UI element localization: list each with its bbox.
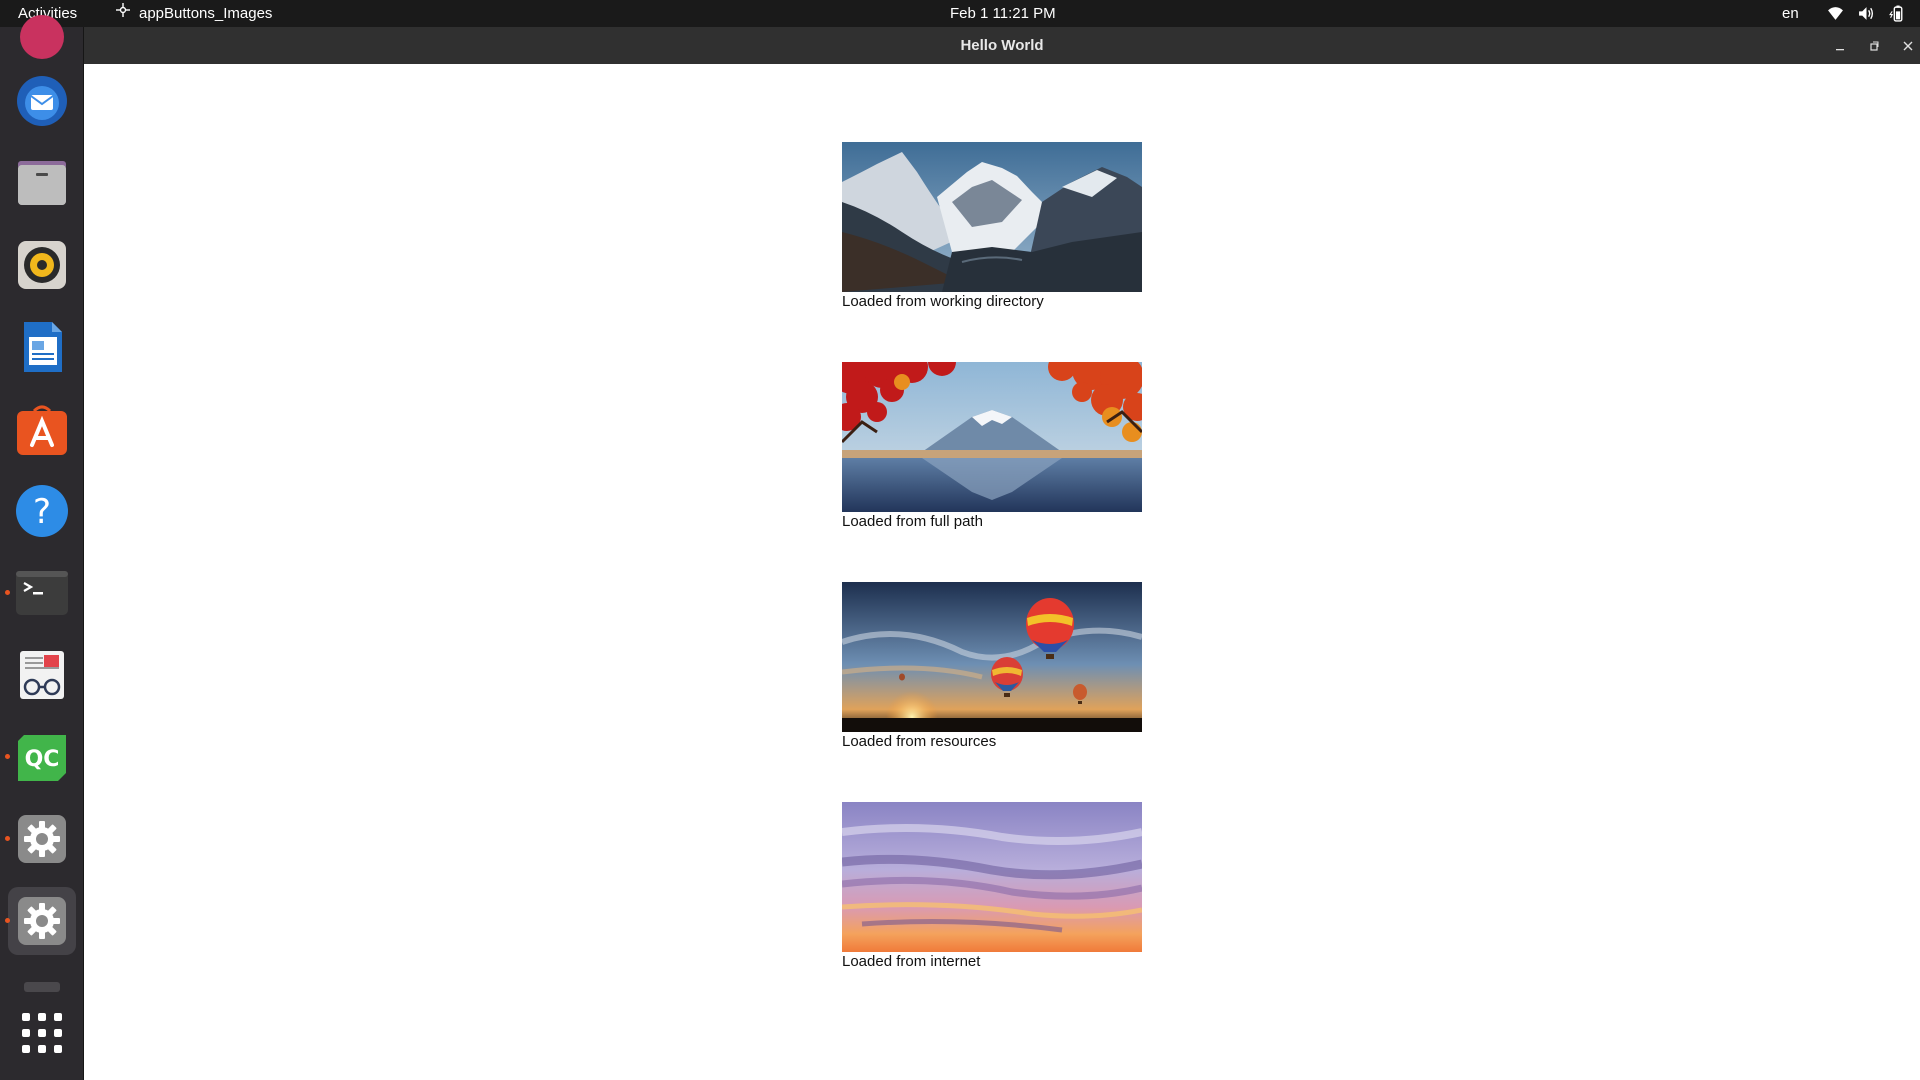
dock-item-help[interactable]: ? (8, 477, 76, 545)
window-content: Loaded from working directory Loaded fro… (84, 64, 1920, 1080)
maximize-icon (1870, 41, 1879, 51)
terminal-icon (16, 571, 68, 615)
dock-item-thunderbird[interactable] (8, 67, 76, 135)
battery-icon (1889, 5, 1906, 22)
image-card: Loaded from internet (842, 802, 1142, 970)
grid-icon (22, 1013, 62, 1053)
app-menu[interactable]: appButtons_Images (115, 0, 272, 27)
gear-icon (18, 815, 66, 863)
balloons-image[interactable] (842, 582, 1142, 732)
dock-item-partial[interactable] (8, 3, 76, 71)
gear-icon (18, 897, 66, 945)
partial-app-icon (20, 15, 64, 59)
image-caption: Loaded from working directory (842, 293, 1044, 310)
dock-item-qt-creator[interactable]: QC (5, 723, 76, 791)
dock-item-settings-active[interactable] (5, 887, 76, 955)
svg-text:QC: QC (25, 747, 60, 772)
dock-item-rhythmbox[interactable] (8, 231, 76, 299)
running-indicator (5, 918, 10, 923)
dock: ? QC (0, 15, 84, 1080)
dock-item-document-viewer[interactable] (8, 641, 76, 709)
dock-item-writer[interactable] (8, 313, 76, 381)
app-menu-label: appButtons_Images (139, 5, 273, 22)
close-icon (1903, 41, 1913, 51)
dock-item-files[interactable] (8, 149, 76, 217)
app-window: Hello World Loaded from working director… (84, 27, 1920, 1080)
app-center-icon (17, 405, 67, 455)
sunset-sky-image[interactable] (842, 802, 1142, 952)
writer-icon (24, 322, 62, 372)
files-icon (18, 161, 66, 205)
clock[interactable]: Feb 1 11:21 PM (950, 0, 1056, 27)
window-title: Hello World (960, 37, 1044, 54)
mountain-image[interactable] (842, 142, 1142, 292)
document-viewer-icon (20, 651, 64, 699)
image-card: Loaded from working directory (842, 142, 1142, 310)
running-indicator (5, 836, 10, 841)
running-indicator (5, 754, 10, 759)
wifi-icon (1827, 5, 1844, 22)
show-apps-button[interactable] (8, 999, 76, 1067)
system-tray[interactable] (1827, 0, 1906, 27)
close-button[interactable] (1898, 36, 1918, 56)
dock-separator (24, 982, 60, 992)
window-titlebar[interactable]: Hello World (84, 27, 1920, 64)
minimize-icon (1836, 49, 1844, 51)
top-bar: Activities appButtons_Images Feb 1 11:21… (0, 0, 1920, 27)
maximize-button[interactable] (1864, 36, 1884, 56)
minimize-button[interactable] (1830, 36, 1850, 56)
help-icon: ? (16, 485, 68, 537)
thunderbird-icon (17, 76, 67, 126)
qt-creator-icon: QC (18, 735, 66, 781)
app-menu-icon (115, 0, 131, 27)
fuji-maple-image[interactable] (842, 362, 1142, 512)
image-card: Loaded from resources (842, 582, 1142, 750)
dock-item-terminal[interactable] (5, 559, 76, 627)
image-caption: Loaded from resources (842, 733, 997, 750)
image-card: Loaded from full path (842, 362, 1142, 530)
volume-icon (1858, 5, 1875, 22)
svg-text:?: ? (33, 492, 51, 532)
language-indicator[interactable]: en (1782, 0, 1799, 27)
image-caption: Loaded from internet (842, 953, 981, 970)
dock-item-settings[interactable] (5, 805, 76, 873)
image-caption: Loaded from full path (842, 513, 983, 530)
rhythmbox-icon (18, 241, 66, 289)
dock-item-app-center[interactable] (8, 395, 76, 463)
running-indicator (5, 590, 10, 595)
